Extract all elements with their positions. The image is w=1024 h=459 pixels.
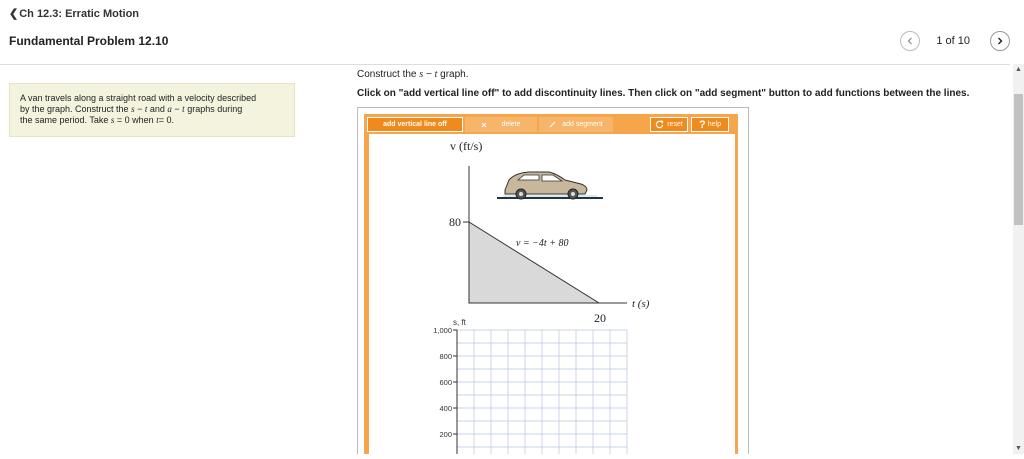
previous-button[interactable] (900, 31, 921, 51)
graph-svg: v (ft/s) 80 20 t (s) v = −4t + 80 s, ft … (433, 139, 650, 454)
top-bar: ❮Ch 12.3: Erratic Motion Fundamental Pro… (0, 0, 1024, 64)
problem-statement: A van travels along a straight road with… (9, 83, 295, 137)
reset-button[interactable]: reset (650, 117, 688, 132)
reset-icon (656, 120, 664, 129)
s-tick-label: 1,000 (433, 326, 452, 335)
question-icon: ? (699, 118, 706, 131)
chevron-left-icon: ❮ (9, 8, 19, 20)
help-label: help (707, 121, 721, 128)
page-title: Fundamental Problem 12.10 (9, 34, 169, 48)
velocity-area (468, 221, 601, 304)
delete-icon (482, 122, 487, 127)
next-button[interactable] (990, 31, 1010, 51)
problem-line-1: A van travels along a straight road with… (20, 93, 257, 103)
chevron-left-icon (908, 37, 913, 45)
t-tick-label-20: 20 (594, 311, 606, 325)
delete-button[interactable]: delete (465, 117, 537, 132)
scroll-down-icon[interactable]: ▼ (1013, 443, 1024, 454)
t-axis-label: t (s) (632, 298, 650, 310)
s-graph-grid (456, 329, 628, 454)
s-tick-label: 200 (439, 430, 452, 439)
problem-line-3: the same period. Take s = 0 when t= 0. (20, 115, 174, 125)
scroll-thumb[interactable] (1014, 94, 1023, 225)
header-divider (0, 64, 1010, 65)
widget-toolbar: add vertical line off delete add segment… (367, 117, 735, 132)
chapter-label: Ch 12.3: Erratic Motion (19, 8, 140, 20)
v-tick-label-80: 80 (449, 215, 461, 229)
van-icon (497, 171, 603, 200)
scroll-up-icon[interactable]: ▲ (1013, 64, 1024, 75)
add-segment-label: add segment (562, 121, 603, 128)
s-tick-label: 600 (439, 378, 452, 387)
page-counter: 1 of 10 (936, 35, 970, 47)
chevron-right-icon (998, 37, 1003, 45)
s-y-ticks: 1,000 800 600 400 200 (433, 326, 457, 439)
back-link[interactable]: ❮Ch 12.3: Erratic Motion (9, 7, 139, 20)
s-tick-label: 800 (439, 352, 452, 361)
main-instruction: Click on "add vertical line off" to add … (357, 88, 970, 99)
s-tick-label: 400 (439, 404, 452, 413)
graph-canvas[interactable]: v (ft/s) 80 20 t (s) v = −4t + 80 s, ft … (369, 134, 735, 454)
reset-label: reset (667, 121, 683, 128)
v-axis-label: v (ft/s) (450, 139, 482, 153)
velocity-equation: v = −4t + 80 (516, 238, 568, 249)
s-axis-label: s, ft (453, 318, 467, 327)
add-segment-button[interactable]: add segment (539, 117, 613, 132)
add-vertical-line-button[interactable]: add vertical line off (367, 117, 463, 132)
segment-icon (549, 121, 556, 128)
scrollbar[interactable]: ▲ ▼ (1013, 64, 1024, 454)
delete-label: delete (501, 121, 521, 128)
problem-line-2: by the graph. Construct the s − t and a … (20, 104, 243, 114)
construct-instruction: Construct the s − t graph. (357, 69, 469, 80)
help-button[interactable]: ? help (691, 117, 729, 132)
pager: 1 of 10 (900, 31, 1010, 51)
